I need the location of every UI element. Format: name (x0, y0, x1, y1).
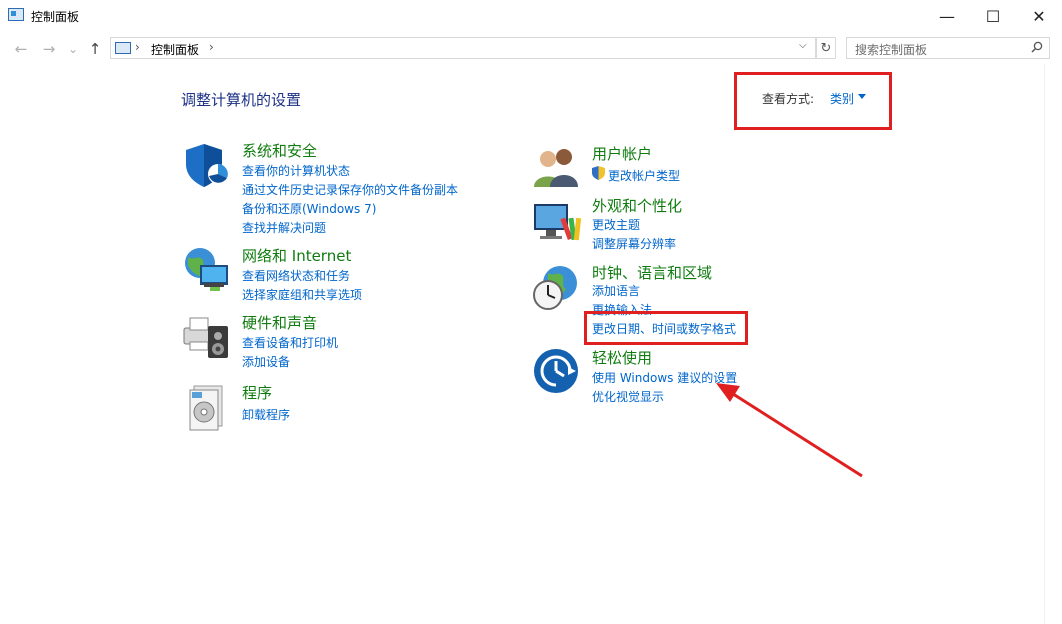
category-programs[interactable]: 程序 (242, 382, 272, 403)
link-change-theme[interactable]: 更改主题 (592, 216, 640, 233)
link-uninstall-program[interactable]: 卸载程序 (242, 406, 290, 423)
recent-locations-button[interactable]: ⌄ (64, 40, 82, 58)
caret-down-icon[interactable] (858, 94, 866, 99)
search-icon[interactable] (1031, 41, 1043, 53)
clock-globe-icon[interactable] (532, 263, 582, 313)
category-hardware-sound[interactable]: 硬件和声音 (242, 312, 317, 333)
printer-speaker-icon[interactable] (182, 312, 232, 362)
title-bar: 控制面板 — ☐ ✕ (0, 0, 1062, 32)
annotation-arrow (700, 370, 880, 490)
link-view-computer-status[interactable]: 查看你的计算机状态 (242, 162, 350, 179)
link-homegroup-sharing[interactable]: 选择家庭组和共享选项 (242, 286, 362, 303)
close-button[interactable]: ✕ (1016, 0, 1062, 32)
view-by-label: 查看方式: (762, 90, 814, 107)
category-clock-language-region[interactable]: 时钟、语言和区域 (592, 262, 712, 283)
category-network-internet[interactable]: 网络和 Internet (242, 245, 351, 266)
category-appearance-personalization[interactable]: 外观和个性化 (592, 195, 682, 216)
search-placeholder: 搜索控制面板 (855, 41, 927, 58)
maximize-button[interactable]: ☐ (970, 0, 1016, 32)
minimize-button[interactable]: — (924, 0, 970, 32)
link-troubleshoot[interactable]: 查找并解决问题 (242, 219, 326, 236)
appearance-icon[interactable] (532, 196, 582, 246)
page-title: 调整计算机的设置 (181, 89, 301, 110)
view-by-dropdown[interactable]: 类别 (830, 90, 854, 107)
link-file-history-backup[interactable]: 通过文件历史记录保存你的文件备份副本 (242, 181, 458, 198)
link-change-date-time-format[interactable]: 更改日期、时间或数字格式 (592, 320, 736, 337)
network-globe-icon[interactable] (182, 245, 232, 295)
chevron-right-icon[interactable]: › (209, 40, 214, 54)
user-accounts-icon[interactable] (532, 143, 582, 193)
chevron-right-icon[interactable]: › (135, 40, 140, 54)
up-button[interactable]: ↑ (86, 40, 104, 58)
link-devices-printers[interactable]: 查看设备和打印机 (242, 334, 338, 351)
uac-shield-icon (592, 166, 605, 180)
window-title: 控制面板 (31, 8, 79, 25)
shield-icon[interactable] (182, 140, 232, 190)
link-add-device[interactable]: 添加设备 (242, 353, 290, 370)
forward-button[interactable]: → (40, 40, 58, 58)
breadcrumb-control-panel[interactable]: 控制面板 (151, 41, 199, 58)
control-panel-icon (115, 42, 131, 54)
link-backup-restore[interactable]: 备份和还原(Windows 7) (242, 200, 376, 217)
programs-icon[interactable] (182, 382, 232, 432)
category-ease-of-access[interactable]: 轻松使用 (592, 347, 652, 368)
refresh-button[interactable]: ↻ (816, 37, 836, 59)
link-screen-resolution[interactable]: 调整屏幕分辨率 (592, 235, 676, 252)
control-panel-icon (8, 8, 24, 21)
category-system-security[interactable]: 系统和安全 (242, 140, 317, 161)
link-network-status[interactable]: 查看网络状态和任务 (242, 267, 350, 284)
search-input[interactable]: 搜索控制面板 (846, 37, 1050, 59)
link-change-account-type[interactable]: 更改帐户类型 (608, 167, 680, 184)
ease-of-access-icon[interactable] (532, 347, 582, 397)
back-button[interactable]: ← (12, 40, 30, 58)
address-bar[interactable]: › 控制面板 › ⌵ (110, 37, 816, 59)
link-add-language[interactable]: 添加语言 (592, 282, 640, 299)
link-optimize-visual-display[interactable]: 优化视觉显示 (592, 388, 664, 405)
category-user-accounts[interactable]: 用户帐户 (592, 143, 652, 164)
address-dropdown-icon[interactable]: ⌵ (799, 40, 807, 51)
scrollbar[interactable] (1044, 64, 1045, 624)
